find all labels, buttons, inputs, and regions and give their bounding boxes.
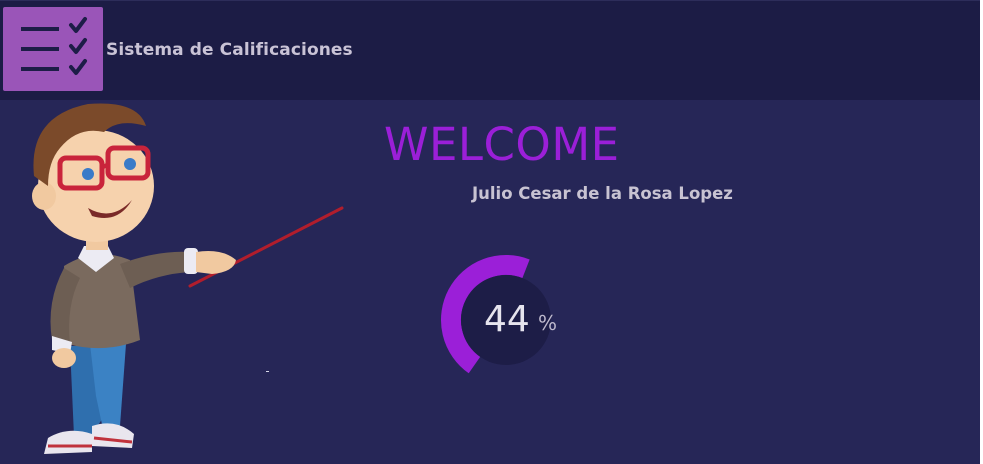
app-title[interactable]: Sistema de Calificaciones: [106, 40, 353, 60]
user-name: Julio Cesar de la Rosa Lopez: [472, 184, 733, 203]
progress-unit: %: [538, 311, 558, 335]
stray-dot: [266, 371, 269, 372]
checklist-icon: [21, 17, 87, 75]
progress-value: 44: [484, 299, 530, 340]
top-navbar: Sistema de Calificaciones: [0, 0, 980, 101]
menu-checklist-icon[interactable]: [3, 7, 103, 91]
welcome-heading: WELCOME: [384, 118, 620, 171]
app-frame: Sistema de Calificaciones WELCOME Julio …: [0, 0, 983, 464]
teacher-illustration: [32, 103, 344, 454]
